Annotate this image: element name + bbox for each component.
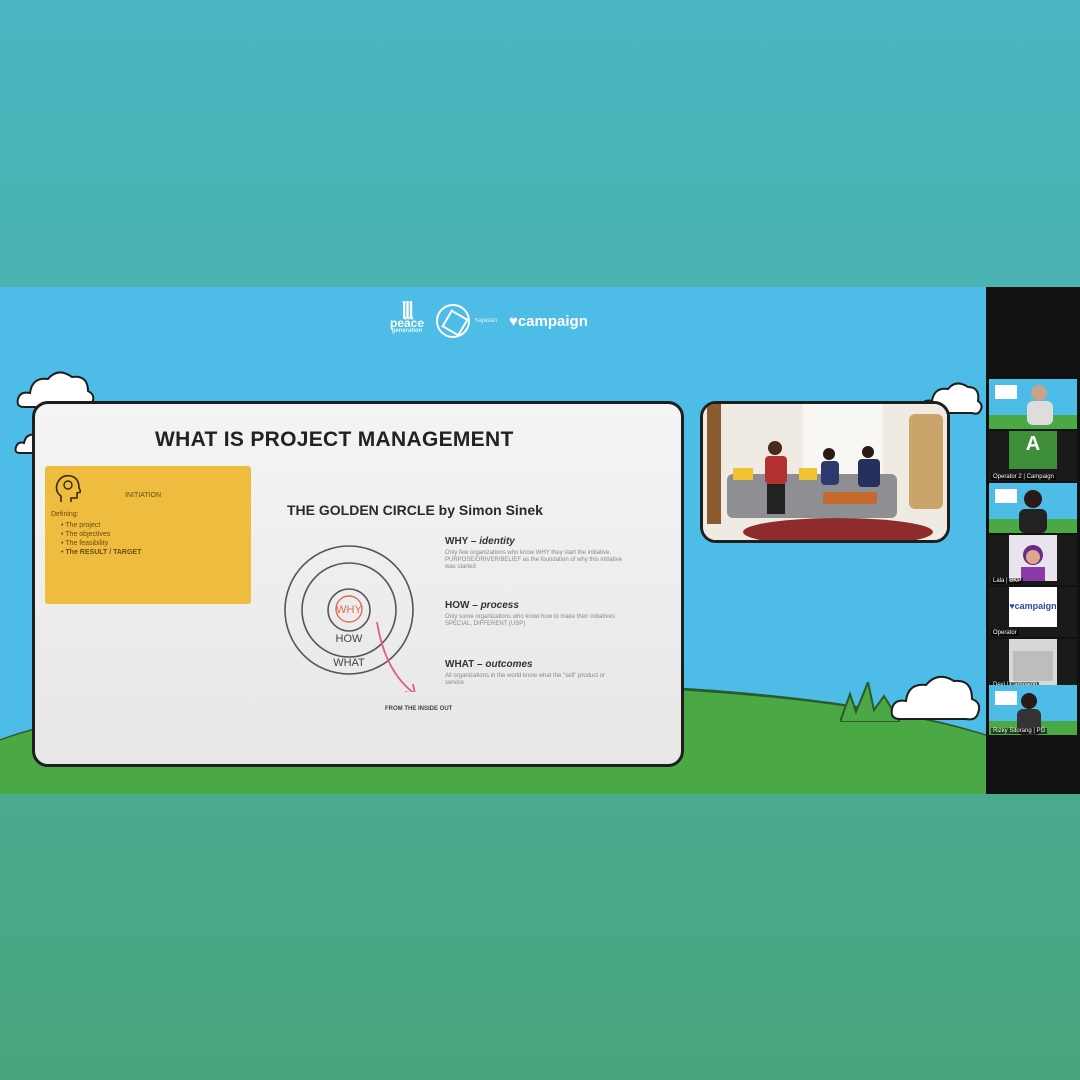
slide-title: WHAT IS PROJECT MANAGEMENT xyxy=(155,428,514,451)
participants-sidebar: A Operator 2 | Campaign Lala | BKP ♥camp… xyxy=(986,287,1080,794)
list-item: The project xyxy=(61,521,141,530)
participant-name: Lala | BKP xyxy=(991,578,1024,584)
participant-name: Operator xyxy=(991,630,1019,636)
shared-slide: WHAT IS PROJECT MANAGEMENT INITIATION De… xyxy=(32,401,684,767)
initiation-title: INITIATION xyxy=(125,492,162,499)
list-item-result: The RESULT / TARGET xyxy=(61,548,141,557)
participant-tile[interactable] xyxy=(989,379,1077,429)
studio-scene xyxy=(703,404,947,540)
participant-name: Operator 2 | Campaign xyxy=(991,474,1056,480)
how-ring-label: HOW xyxy=(336,633,364,645)
golden-circle-diagram: WHY HOW WHAT xyxy=(284,545,416,692)
list-item: The objectives xyxy=(61,530,141,539)
why-note: WHY – identity Only few organizations wh… xyxy=(445,536,623,570)
presentation-stage: ᥣᥣᥣ peace generation Yayasan ♥campaign W… xyxy=(0,287,986,794)
foundation-logo: Yayasan xyxy=(436,304,497,338)
speaker-video[interactable] xyxy=(700,401,950,543)
golden-circle-title: THE GOLDEN CIRCLE by Simon Sinek xyxy=(287,502,543,518)
cloud-icon xyxy=(890,675,981,721)
participant-tile[interactable]: A Operator 2 | Campaign xyxy=(989,431,1077,481)
participant-tile[interactable]: Lala | BKP xyxy=(989,535,1077,585)
initiation-intro: Defining: xyxy=(51,511,79,518)
campaign-logo: ♥campaign xyxy=(1009,587,1057,627)
what-ring-label: WHAT xyxy=(333,657,365,669)
campaign-logo: ♥campaign xyxy=(508,312,588,330)
peace-generation-logo: ᥣᥣᥣ peace generation xyxy=(390,301,425,334)
participant-tile[interactable] xyxy=(989,483,1077,533)
participant-name: Rizky Sitorang | PG xyxy=(991,728,1048,734)
head-lightbulb-icon xyxy=(55,474,81,502)
participant-tile[interactable]: Rizky Sitorang | PG xyxy=(989,685,1077,735)
participant-tile[interactable]: Devi | Campaign xyxy=(989,639,1077,689)
arrow-caption: FROM THE INSIDE OUT xyxy=(385,706,453,712)
avatar: A xyxy=(1009,431,1057,469)
why-ring-label: WHY xyxy=(336,604,362,616)
what-note: WHAT – outcomes All organizations in the… xyxy=(445,659,606,686)
initiation-card: INITIATION Defining: The project The obj… xyxy=(45,466,251,604)
header-logos: ᥣᥣᥣ peace generation Yayasan ♥campaign xyxy=(390,301,588,341)
list-item: The feasibility xyxy=(61,539,141,548)
participant-tile[interactable]: ♥campaign Operator xyxy=(989,587,1077,637)
how-note: HOW – process Only some organizations wh… xyxy=(445,600,615,627)
initiation-list: The project The objectives The feasibili… xyxy=(61,521,141,557)
